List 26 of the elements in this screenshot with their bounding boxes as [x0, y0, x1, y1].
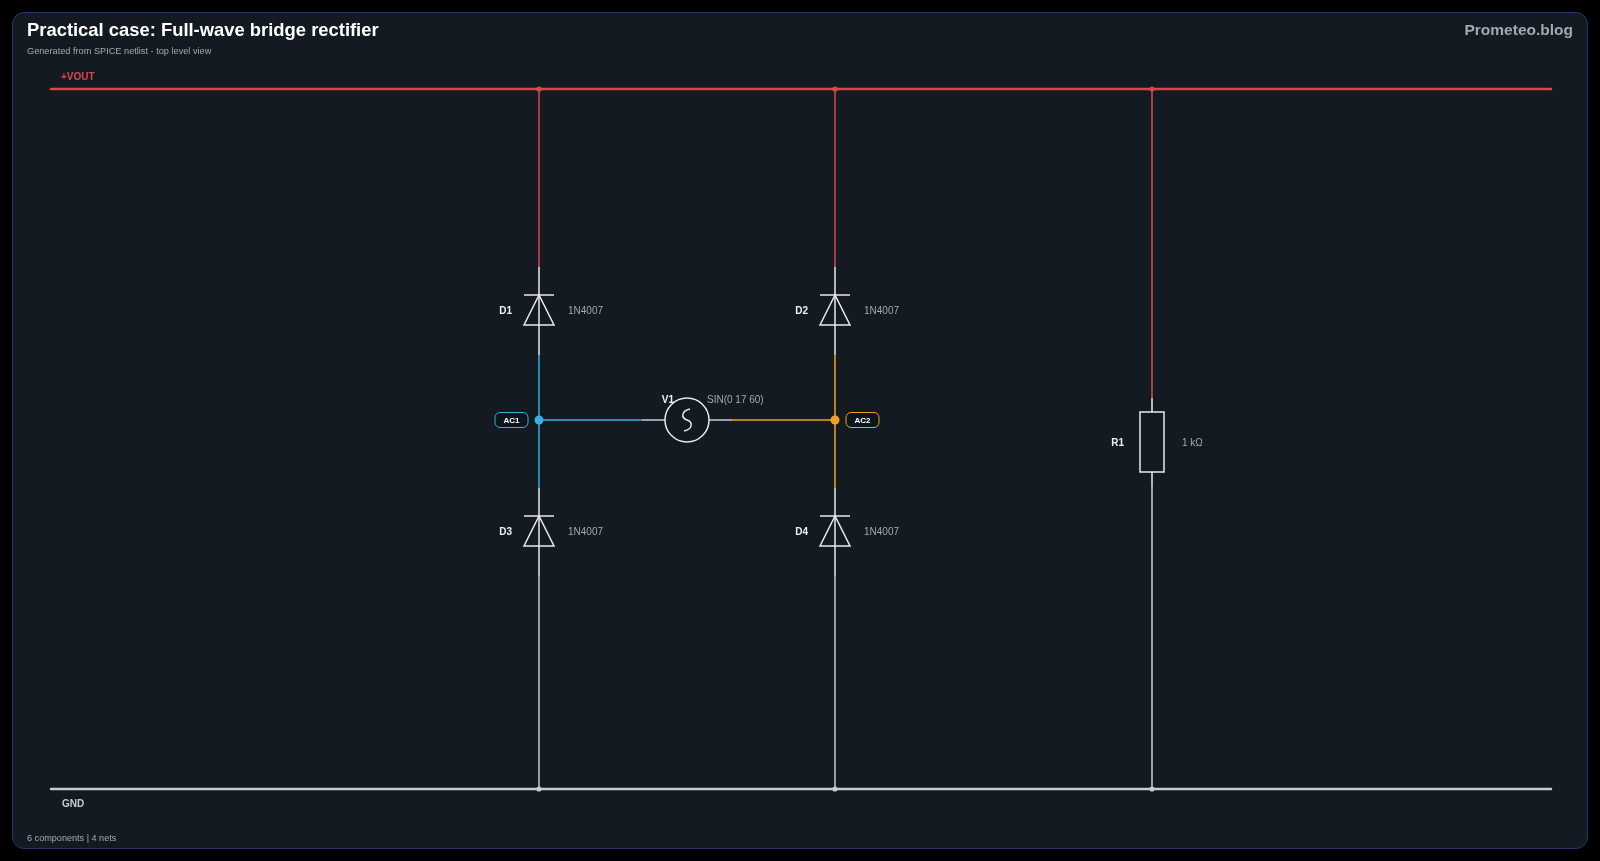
component-value: 1N4007: [568, 525, 604, 537]
net-label: +VOUT: [61, 70, 95, 82]
net-tag: AC2: [845, 412, 880, 428]
junction-icon: [832, 786, 838, 792]
component-value: 1 kΩ: [1182, 436, 1203, 448]
subtitle: Generated from SPICE netlist - top level view: [27, 45, 213, 57]
component-value: SIN(0 17 60): [707, 393, 764, 405]
junction-icon: [536, 786, 542, 792]
brand-name: Prometeo.blog: [1464, 20, 1573, 40]
status-text: 6 components | 4 nets: [27, 833, 117, 843]
component-ref: V1: [661, 393, 674, 405]
junction-icon: [536, 86, 542, 92]
component-value: 1N4007: [568, 304, 604, 316]
component-ref: D4: [795, 525, 808, 537]
net-label: GND: [62, 797, 85, 809]
component-ref: D1: [499, 304, 512, 316]
component-ref: D3: [499, 525, 512, 537]
component-value: 1N4007: [864, 304, 900, 316]
component-ref: D2: [795, 304, 808, 316]
junction-icon: [832, 86, 838, 92]
component-value: 1N4007: [864, 525, 900, 537]
component-ref: R1: [1111, 436, 1124, 448]
junction-icon: [1149, 86, 1155, 92]
page-title: Practical case: Full-wave bridge rectifier: [27, 19, 379, 41]
net-tag: AC1: [494, 412, 529, 428]
junction-icon: [1149, 786, 1155, 792]
